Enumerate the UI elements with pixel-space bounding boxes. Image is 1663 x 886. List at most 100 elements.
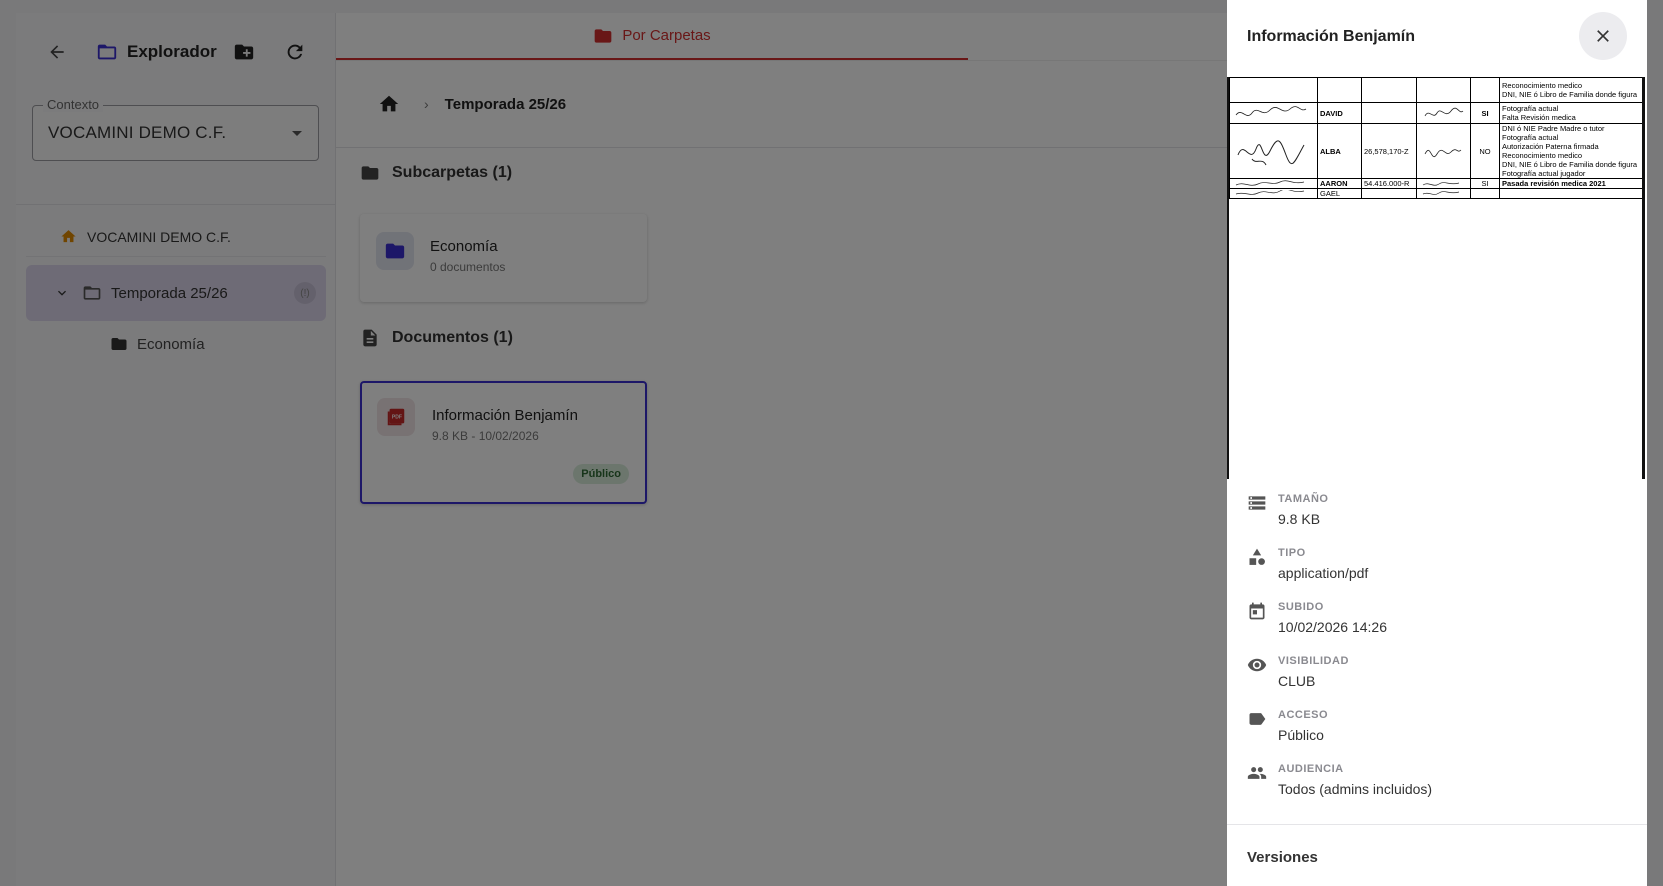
- prop-access-key: ACCESO: [1278, 709, 1329, 721]
- folder-card-subtitle: 0 documentos: [430, 260, 506, 274]
- prop-uploaded-value: 10/02/2026 14:26: [1278, 619, 1387, 635]
- prop-size-value: 9.8 KB: [1278, 511, 1321, 527]
- drawer-divider: [1227, 824, 1647, 825]
- context-label: Contexto: [43, 97, 104, 112]
- folder-icon: [361, 166, 379, 180]
- signature-scribble: [1416, 178, 1471, 189]
- tab-label: Por Carpetas: [622, 27, 711, 44]
- folder-card-title: Economía: [430, 238, 498, 255]
- context-value: VOCAMINI DEMO C.F.: [48, 123, 227, 142]
- visibility-badge: Público: [573, 464, 629, 484]
- chevron-down-icon[interactable]: [54, 285, 70, 301]
- folder-icon: [594, 28, 612, 43]
- tree-item-root[interactable]: VOCAMINI DEMO C.F.: [26, 217, 326, 257]
- breadcrumb-home-button[interactable]: [372, 87, 406, 121]
- subfolders-header: Subcarpetas (1): [360, 163, 512, 183]
- folder-outline-icon: [83, 286, 101, 300]
- dropdown-caret-icon: [292, 131, 302, 136]
- prop-type-key: TIPO: [1278, 547, 1306, 559]
- shapes-icon: [1249, 548, 1265, 565]
- sidebar-header: Explorador: [16, 13, 335, 91]
- close-icon: [1597, 30, 1609, 42]
- pdf-preview[interactable]: Reconocimiento medico DNI, NIE ó Libro d…: [1227, 77, 1645, 479]
- file-document-icon: [363, 329, 377, 347]
- pdf-icon-label: PDF: [392, 414, 402, 420]
- document-card[interactable]: PDF Información Benjamín 9.8 KB - 10/02/…: [360, 381, 647, 504]
- prop-audience-value: Todos (admins incluidos): [1278, 781, 1433, 797]
- prop-visibility: VISIBILIDAD CLUB: [1227, 649, 1647, 703]
- signature-scribble: [1416, 102, 1471, 124]
- breadcrumb-current: Temporada 25/26: [444, 95, 567, 113]
- prop-visibility-value: CLUB: [1278, 673, 1316, 689]
- tree-item-temporada[interactable]: Temporada 25/26 (!): [26, 265, 326, 321]
- table-row: ALBA 26,578,170-Z NO DNI ó NIE Padre Mad…: [1229, 123, 1642, 179]
- folder-card-thumb: [376, 232, 414, 270]
- back-arrow-icon: [50, 45, 64, 59]
- table-row: AARON 54.416.000-R SI Pasada revisión me…: [1229, 178, 1642, 189]
- documents-header-text: Documentos (1): [392, 329, 513, 346]
- signature-scribble: [1416, 188, 1471, 199]
- sidebar-title-text: Explorador: [127, 42, 217, 61]
- signature-scribble: [1229, 102, 1318, 124]
- prop-type-value: application/pdf: [1278, 565, 1369, 581]
- close-button[interactable]: [1579, 12, 1627, 60]
- folder-card-economia[interactable]: Economía 0 documentos: [360, 214, 647, 302]
- table-row: DAVID SI Fotografía actual Falta Revisió…: [1229, 102, 1642, 124]
- tab-por-carpetas[interactable]: Por Carpetas: [336, 13, 968, 60]
- tree-item-economia-label: Economía: [137, 335, 205, 353]
- preview-notes: Reconocimiento medico DNI, NIE ó Libro d…: [1499, 77, 1642, 103]
- prop-type: TIPO application/pdf: [1227, 541, 1647, 595]
- prop-size-key: TAMAÑO: [1278, 493, 1329, 505]
- table-row: GAEL: [1229, 188, 1642, 199]
- explorer-sidebar: Explorador Contexto VOCAMINI DEMO C.F. V…: [16, 13, 336, 886]
- subfolders-header-text: Subcarpetas (1): [392, 164, 513, 181]
- new-folder-button[interactable]: [227, 35, 261, 69]
- people-icon: [1247, 767, 1267, 779]
- folder-tree: VOCAMINI DEMO C.F. Temporada 25/26 (!) E…: [26, 217, 326, 367]
- preview-table: Reconocimiento medico DNI, NIE ó Libro d…: [1229, 77, 1642, 199]
- folder-icon: [111, 338, 127, 350]
- signature-scribble: [1229, 188, 1318, 199]
- document-card-thumb: PDF: [377, 398, 415, 436]
- signature-scribble: [1229, 123, 1318, 179]
- documents-header: Documentos (1): [360, 328, 513, 348]
- folder-outline-icon: [97, 44, 117, 60]
- sidebar-title: Explorador: [96, 41, 217, 63]
- versions-title: Versiones: [1247, 849, 1318, 866]
- document-card-title: Información Benjamín: [432, 407, 578, 424]
- tree-item-badge: (!): [294, 282, 316, 304]
- document-card-subtitle: 9.8 KB - 10/02/2026: [432, 429, 539, 443]
- home-icon: [379, 95, 399, 112]
- pdf-icon: PDF: [387, 408, 405, 426]
- prop-access: ACCESO Público: [1227, 703, 1647, 757]
- storage-icon: [1248, 496, 1266, 510]
- signature-scribble: [1229, 178, 1318, 189]
- signature-scribble: [1416, 123, 1471, 179]
- prop-visibility-key: VISIBILIDAD: [1278, 655, 1349, 667]
- prop-uploaded: SUBIDO 10/02/2026 14:26: [1227, 595, 1647, 649]
- back-button[interactable]: [40, 35, 74, 69]
- tree-item-root-label: VOCAMINI DEMO C.F.: [87, 228, 231, 245]
- document-info-drawer: Información Benjamín Reconocimiento medi…: [1227, 0, 1647, 886]
- tree-item-temporada-label: Temporada 25/26: [111, 284, 228, 302]
- new-folder-icon: [234, 44, 254, 60]
- eye-icon: [1247, 658, 1267, 672]
- context-select[interactable]: Contexto VOCAMINI DEMO C.F.: [32, 97, 319, 161]
- prop-audience: AUDIENCIA Todos (admins incluidos): [1227, 757, 1647, 811]
- sidebar-divider: [16, 204, 336, 205]
- drawer-header: Información Benjamín: [1227, 0, 1647, 73]
- folder-icon: [385, 243, 405, 259]
- breadcrumb-chevron-icon: ›: [424, 96, 429, 112]
- tag-icon: [1249, 713, 1266, 725]
- refresh-icon: [287, 44, 303, 60]
- home-icon: [61, 230, 76, 243]
- refresh-button[interactable]: [278, 35, 312, 69]
- prop-size: TAMAÑO 9.8 KB: [1227, 487, 1647, 541]
- table-row: Reconocimiento medico DNI, NIE ó Libro d…: [1229, 77, 1642, 103]
- document-properties: TAMAÑO 9.8 KB TIPO application/pdf SUBID…: [1227, 487, 1647, 811]
- tree-item-economia[interactable]: Economía: [26, 321, 326, 367]
- prop-uploaded-key: SUBIDO: [1278, 601, 1324, 613]
- prop-audience-key: AUDIENCIA: [1278, 763, 1344, 775]
- drawer-title: Información Benjamín: [1247, 27, 1416, 45]
- calendar-icon: [1249, 602, 1265, 620]
